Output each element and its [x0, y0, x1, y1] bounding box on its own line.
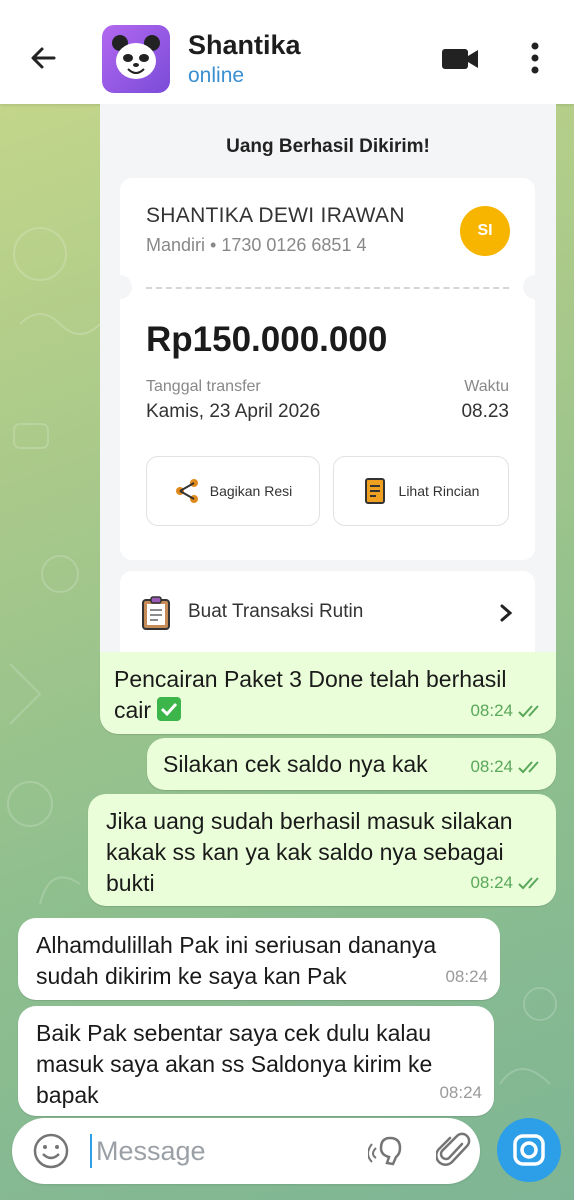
- double-check-icon: [518, 876, 539, 889]
- date-value: Kamis, 23 April 2026: [146, 401, 321, 422]
- receipt-title: Uang Berhasil Dikirim!: [226, 136, 430, 157]
- camera-button[interactable]: [497, 1118, 561, 1182]
- back-arrow-icon[interactable]: [24, 38, 64, 78]
- message-meta: 08:24: [445, 961, 488, 992]
- routine-label: Buat Transaksi Rutin: [188, 601, 364, 622]
- message-time: 08:24: [470, 701, 513, 720]
- contact-status: online: [188, 64, 245, 87]
- share-receipt-button: Bagikan Resi: [146, 456, 320, 526]
- message-text: Silakan cek saldo nya kak: [163, 751, 428, 777]
- message-time: 08:24: [439, 1083, 482, 1102]
- double-check-icon: [518, 760, 539, 773]
- share-receipt-label: Bagikan Resi: [209, 483, 293, 499]
- message-time: 08:24: [470, 873, 513, 892]
- voice-icon[interactable]: [368, 1132, 408, 1170]
- recipient-initials: SI: [460, 206, 510, 256]
- transfer-amount: Rp150.000.000: [146, 320, 388, 359]
- video-call-icon[interactable]: [440, 45, 480, 73]
- contact-name[interactable]: Shantika: [188, 30, 301, 61]
- divider: [146, 287, 509, 289]
- message-bubble-out[interactable]: Silakan cek saldo nya kak 08:24: [147, 738, 556, 790]
- message-meta: 08:24: [470, 867, 544, 898]
- message-meta: 08:24: [470, 751, 544, 782]
- message-meta: 08:24: [470, 695, 544, 726]
- check-mark-emoji-icon: [157, 697, 182, 721]
- view-details-button: Lihat Rincian: [333, 456, 509, 526]
- message-input[interactable]: [94, 1132, 348, 1170]
- routine-transaction-row: Buat Transaksi Rutin: [120, 571, 535, 652]
- emoji-icon[interactable]: [32, 1132, 70, 1170]
- message-composer: [12, 1118, 480, 1184]
- message-text: Baik Pak sebentar saya cek dulu kalau ma…: [36, 1020, 433, 1108]
- time-label: Waktu: [464, 378, 509, 395]
- message-bubble-in[interactable]: Alhamdulillah Pak ini seriusan dananya s…: [18, 918, 500, 1000]
- message-meta: 08:24: [439, 1077, 482, 1108]
- view-details-label: Lihat Rincian: [398, 483, 480, 499]
- receipt-card: SHANTIKA DEWI IRAWAN Mandiri • 1730 0126…: [108, 178, 547, 560]
- message-text: Alhamdulillah Pak ini seriusan dananya s…: [36, 932, 437, 989]
- avatar[interactable]: [102, 25, 170, 93]
- message-bubble-in[interactable]: Baik Pak sebentar saya cek dulu kalau ma…: [18, 1006, 494, 1116]
- message-bubble-out[interactable]: Pencairan Paket 3 Done telah berhasil ca…: [100, 652, 556, 734]
- text-cursor: [90, 1134, 92, 1168]
- message-bubble-out[interactable]: Jika uang sudah berhasil masuk silakan k…: [88, 794, 556, 906]
- panda-logo-icon: [112, 35, 160, 79]
- receipt-icon: [364, 478, 385, 504]
- more-vert-icon[interactable]: [525, 40, 545, 76]
- bank-account: Mandiri • 1730 0126 6851 4: [146, 235, 367, 255]
- double-check-icon: [518, 704, 539, 717]
- recipient-name: SHANTIKA DEWI IRAWAN: [146, 204, 405, 227]
- clipboard-icon: [142, 596, 170, 630]
- chevron-right-icon: [500, 604, 513, 622]
- share-icon: [175, 479, 198, 503]
- transfer-receipt-image[interactable]: Uang Berhasil Dikirim! SHANTIKA DEWI IRA…: [100, 104, 556, 652]
- message-time: 08:24: [470, 757, 513, 776]
- time-value: 08.23: [461, 401, 509, 422]
- chat-header: Shantika online: [0, 0, 574, 104]
- message-time: 08:24: [445, 967, 488, 986]
- date-label: Tanggal transfer: [146, 378, 261, 395]
- attach-icon[interactable]: [436, 1130, 472, 1172]
- camera-icon: [513, 1134, 545, 1166]
